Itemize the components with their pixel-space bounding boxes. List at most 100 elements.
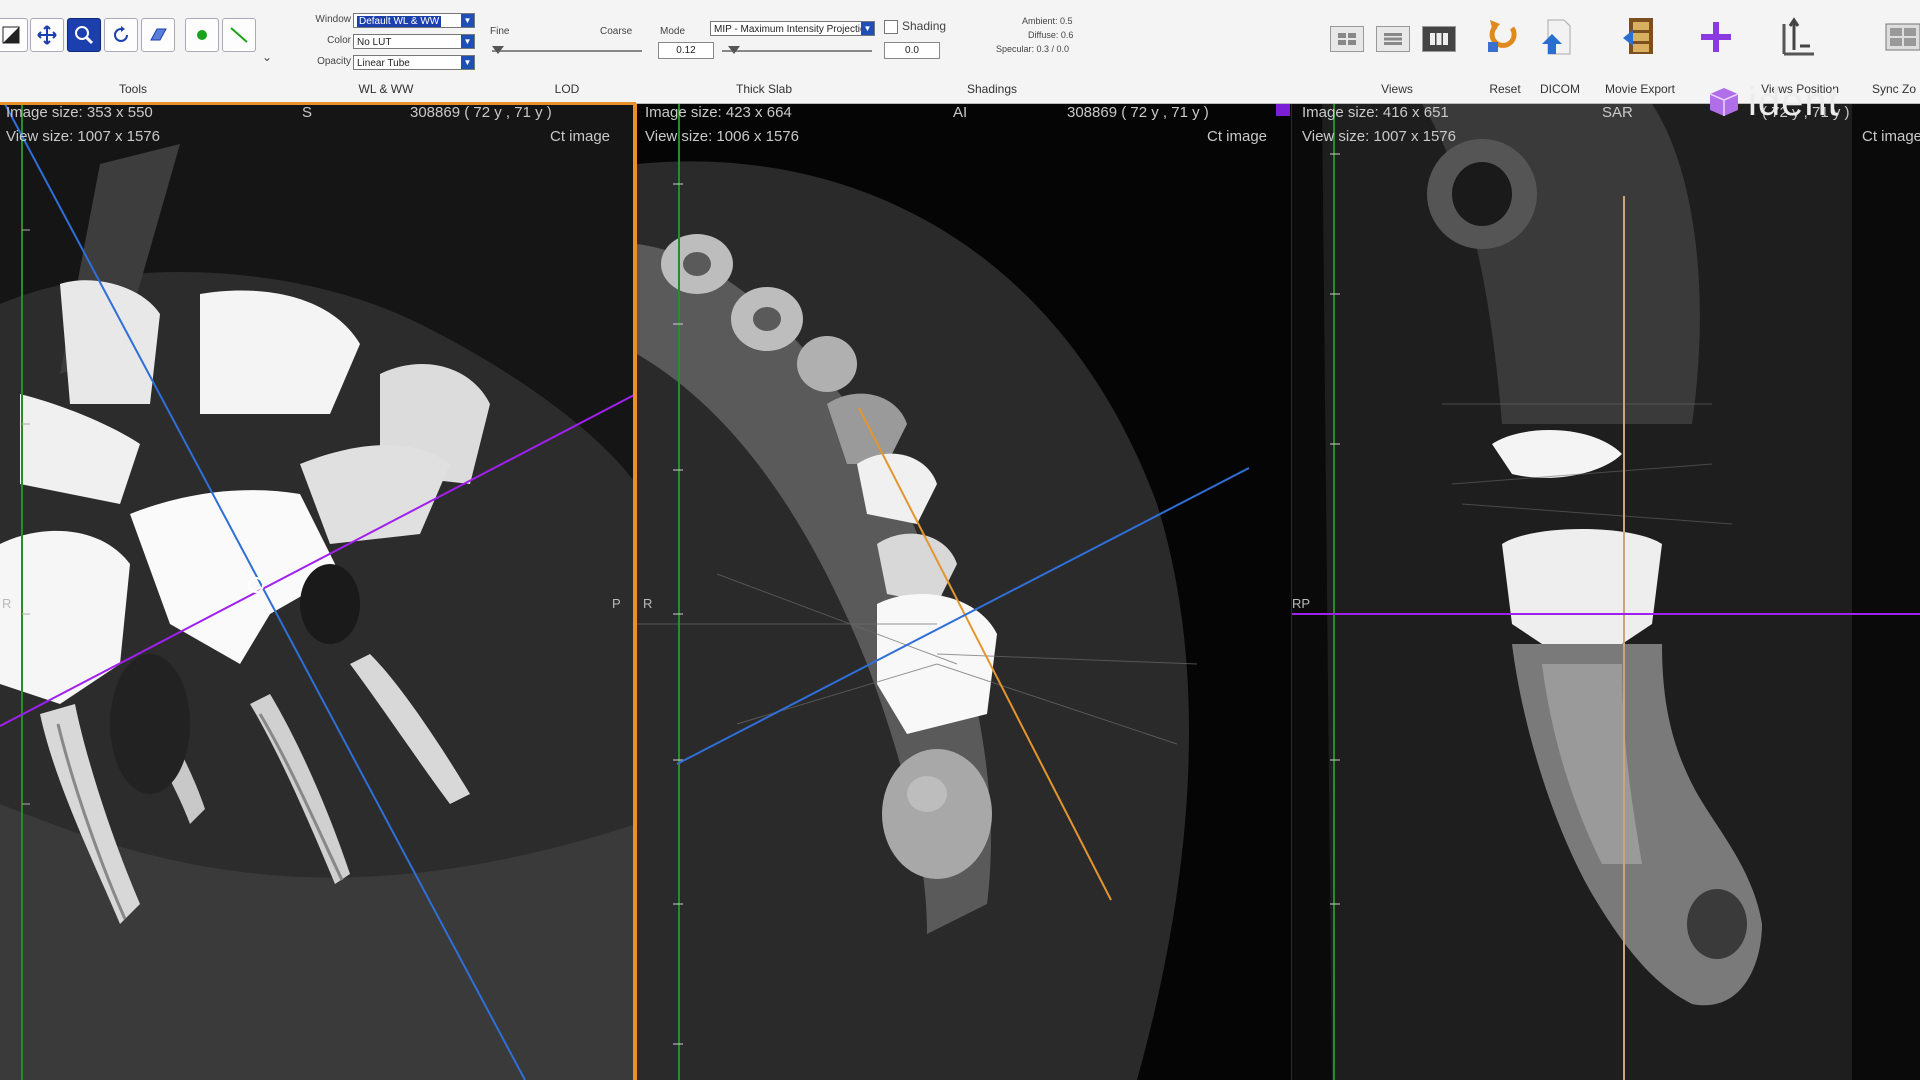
shading-checkbox[interactable] — [884, 20, 898, 34]
sagittal-modality: Ct image — [550, 128, 611, 145]
layout-2x2-button[interactable] — [1330, 26, 1364, 52]
opacity-select[interactable]: Linear Tube ▼ — [353, 55, 475, 70]
diffuse-value: Diffuse: 0.6 — [1028, 30, 1074, 40]
add-button[interactable] — [1693, 14, 1739, 60]
axial-corner-marker — [1276, 104, 1290, 116]
grid-columns-icon — [1430, 33, 1448, 45]
movie-export-button[interactable] — [1617, 14, 1663, 60]
green-dot-icon — [197, 30, 207, 40]
slab-slider-thumb[interactable] — [728, 46, 740, 54]
group-label-movie-export: Movie Export — [1604, 82, 1676, 96]
color-lut-select[interactable]: No LUT ▼ — [353, 34, 475, 49]
viewport-axial[interactable]: Image size: 423 x 664 View size: 1006 x … — [637, 104, 1291, 1080]
rotate-icon — [114, 26, 128, 42]
reset-icon — [1488, 20, 1517, 52]
views-position-icon — [1782, 17, 1814, 56]
color-lut-value: No LUT — [357, 37, 392, 48]
sagittal-orientation: S — [302, 104, 313, 121]
dropdown-arrow-icon: ▼ — [461, 56, 474, 69]
window-level-tool-button[interactable] — [0, 18, 28, 52]
toolbar: ⌄ Tools Window Default WL & WW ▼ Color N… — [0, 0, 1920, 104]
group-label-thick-slab: Thick Slab — [735, 82, 793, 96]
opacity-label: Opacity — [317, 56, 351, 67]
specular-value: Specular: 0.3 / 0.0 — [996, 44, 1070, 54]
axial-image-size: Image size: 423 x 664 — [645, 104, 792, 121]
dropdown-arrow-icon: ▼ — [461, 14, 474, 27]
group-label-reset: Reset — [1489, 82, 1521, 96]
window-preset-select[interactable]: Default WL & WW ▼ — [353, 13, 475, 28]
axial-orientation: AI — [953, 104, 968, 121]
eraser-icon — [150, 28, 167, 41]
group-label-dicom: DICOM — [1540, 82, 1580, 96]
viewport-sagittal[interactable]: Image size: 353 x 550 View size: 1007 x … — [0, 104, 636, 1080]
slab-thickness-input[interactable]: 0.12 — [658, 42, 714, 59]
axial-left-letter: R — [643, 596, 653, 611]
coronal-left-letter: RP — [1292, 596, 1311, 611]
slab-slider[interactable] — [722, 50, 872, 52]
slab-mode-select[interactable]: MIP - Maximum Intensity Projection ▼ — [710, 21, 875, 36]
lod-fine-label: Fine — [490, 26, 510, 37]
ident-logo-cube-icon — [1709, 88, 1739, 116]
grid-2x2-icon — [1338, 33, 1356, 45]
film-strip-icon — [1623, 18, 1653, 54]
group-label-shading: Shadings — [966, 82, 1018, 96]
point-tool-button[interactable] — [185, 18, 219, 52]
slab-range-input[interactable]: 0.0 — [884, 42, 940, 59]
line-measure-icon — [230, 27, 248, 43]
group-label-wl-ww: WL & WW — [358, 82, 414, 96]
views-position-button[interactable] — [1774, 14, 1820, 60]
group-label-sync-zoom: Sync Zo — [1871, 82, 1917, 96]
coronal-modality: Ct image — [1862, 128, 1920, 145]
reset-button[interactable] — [1480, 14, 1526, 60]
contrast-icon — [2, 26, 20, 44]
sync-zoom-icon — [1885, 23, 1920, 51]
rotate-tool-button[interactable] — [104, 18, 138, 52]
eraser-tool-button[interactable] — [141, 18, 175, 52]
sagittal-active-top-border — [0, 102, 636, 105]
sagittal-scan-image — [0, 104, 636, 1080]
dicom-button[interactable] — [1534, 14, 1580, 60]
layout-rows-button[interactable] — [1376, 26, 1410, 52]
pan-tool-button[interactable] — [30, 18, 64, 52]
group-label-lod: LOD — [554, 82, 580, 96]
axial-patient-info: 308869 ( 72 y , 71 y ) — [1067, 104, 1209, 121]
lod-slider[interactable] — [492, 50, 642, 52]
measure-tool-button[interactable] — [222, 18, 256, 52]
group-label-tools: Tools — [118, 82, 148, 96]
color-label: Color — [327, 35, 351, 46]
sagittal-image-size: Image size: 353 x 550 — [6, 104, 153, 121]
coronal-image-size: Image size: 416 x 651 — [1302, 104, 1449, 121]
magnifier-icon — [75, 26, 94, 45]
viewport-coronal[interactable]: Image size: 416 x 651 View size: 1007 x … — [1292, 104, 1920, 1080]
dropdown-arrow-icon: ▼ — [861, 22, 874, 35]
axial-scan-image — [637, 104, 1291, 1080]
shading-checkbox-label: Shading — [902, 19, 947, 33]
lod-slider-thumb[interactable] — [492, 46, 504, 54]
window-preset-value: Default WL & WW — [357, 16, 442, 27]
layout-columns-button[interactable] — [1422, 26, 1456, 52]
dropdown-arrow-icon: ▼ — [461, 35, 474, 48]
tools-more-chevron-icon[interactable]: ⌄ — [262, 50, 272, 64]
coronal-scan-image — [1292, 104, 1920, 1080]
opacity-value: Linear Tube — [357, 58, 410, 69]
move-arrows-icon — [37, 25, 57, 45]
slab-mode-label: Mode — [660, 26, 686, 37]
lod-coarse-label: Coarse — [600, 26, 633, 37]
grid-rows-icon — [1384, 33, 1402, 45]
zoom-tool-button[interactable] — [67, 18, 101, 52]
sync-zoom-button[interactable] — [1880, 14, 1920, 60]
sagittal-left-letter: R — [2, 596, 12, 611]
dicom-export-icon — [1542, 19, 1571, 55]
coronal-orientation: SAR — [1602, 104, 1633, 121]
axial-view-size: View size: 1006 x 1576 — [645, 128, 799, 145]
ident-logo-text: ident — [1748, 79, 1840, 124]
axial-modality: Ct image — [1207, 128, 1268, 145]
group-label-views: Views — [1381, 82, 1413, 96]
sagittal-patient-info: 308869 ( 72 y , 71 y ) — [410, 104, 552, 121]
sagittal-view-size: View size: 1007 x 1576 — [6, 128, 160, 145]
plus-icon — [1701, 22, 1731, 52]
window-label: Window — [315, 14, 351, 25]
slab-mode-value: MIP - Maximum Intensity Projection — [714, 24, 872, 35]
coronal-view-size: View size: 1007 x 1576 — [1302, 128, 1456, 145]
ambient-value: Ambient: 0.5 — [1022, 16, 1073, 26]
